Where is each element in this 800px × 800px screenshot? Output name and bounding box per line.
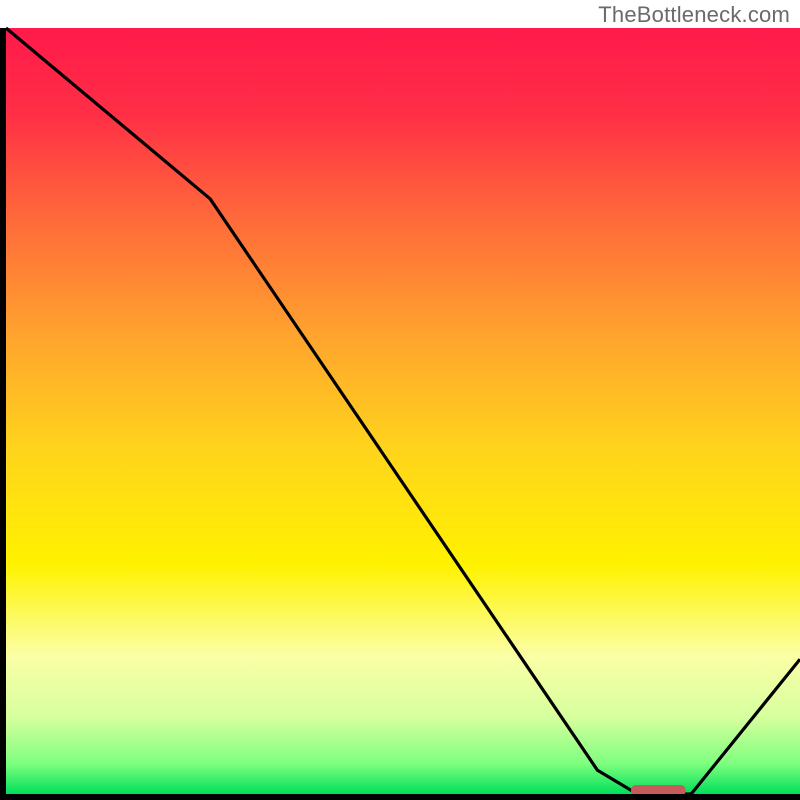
attribution-text: TheBottleneck.com [598,2,790,28]
bottleneck-chart [0,0,800,800]
plot-gradient-area [6,28,800,794]
